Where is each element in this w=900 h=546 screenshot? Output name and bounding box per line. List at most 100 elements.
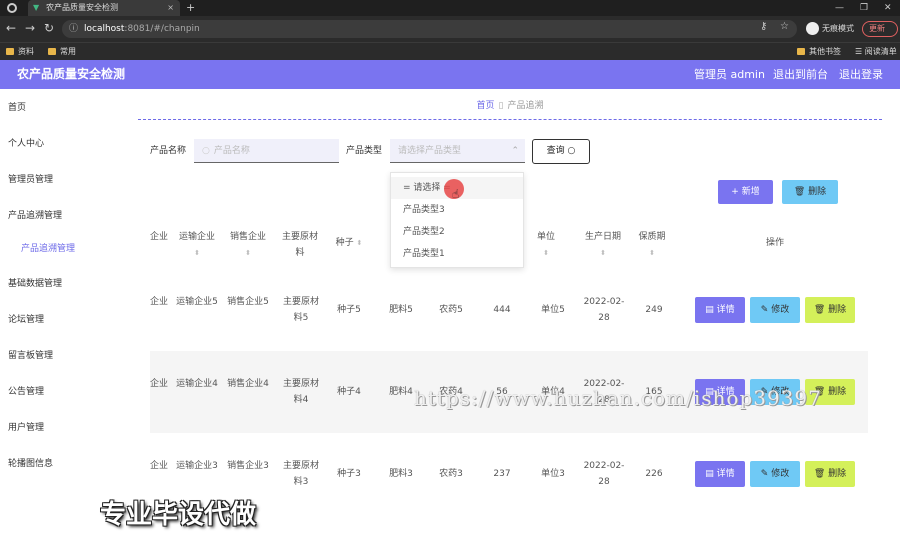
sidebar-item-notices[interactable]: 公告管理 <box>8 384 44 397</box>
logout-link[interactable]: 退出登录 <box>839 60 883 89</box>
restore-icon[interactable]: ❐ <box>860 0 868 16</box>
query-button[interactable]: 查询 ○ <box>532 139 590 164</box>
column-header-unit[interactable]: 单位 ⬍ <box>530 229 562 261</box>
trash-icon: 🗑 <box>813 305 829 315</box>
detail-button[interactable]: ▤ 详情 <box>695 297 745 323</box>
trash-icon: 🗑 <box>813 469 829 479</box>
sort-icon[interactable]: ⬍ <box>543 249 549 257</box>
product-name-placeholder: 产品名称 <box>213 146 250 156</box>
close-window-icon[interactable]: ✕ <box>884 0 892 16</box>
back-to-front-link[interactable]: 退出到前台 <box>773 60 828 89</box>
sidebar-item-basedata[interactable]: 基础数据管理 <box>8 276 62 289</box>
sidebar: 首页 个人中心 管理员管理 产品追溯管理 产品追溯管理 基础数据管理 论坛管理 … <box>0 89 122 546</box>
product-type-placeholder: 请选择产品类型 <box>398 146 462 156</box>
incognito-label: 无痕模式 <box>822 24 854 33</box>
column-header-sales[interactable]: 销售企业 ⬍ <box>227 229 269 261</box>
new-tab-button[interactable]: + <box>186 0 195 16</box>
product-name-input[interactable]: ○ 产品名称 <box>194 139 339 163</box>
dropdown-option[interactable]: 产品类型2 <box>391 221 523 243</box>
bookmark-folder[interactable]: 资料 <box>6 43 34 60</box>
product-type-label: 产品类型 <box>346 146 383 156</box>
app-header: 农产品质量安全检测 管理员 admin 退出到前台 退出登录 <box>0 60 900 89</box>
folder-icon <box>6 48 14 55</box>
sidebar-item-traceability[interactable]: 产品追溯管理 <box>8 208 62 221</box>
folder-icon <box>797 48 805 55</box>
sort-icon[interactable]: ⬍ <box>600 249 606 257</box>
search-icon: ○ <box>567 146 576 156</box>
app-title: 农产品质量安全检测 <box>17 67 126 81</box>
column-header-enterprise[interactable]: 企业 <box>150 229 168 245</box>
sidebar-item-carousel[interactable]: 轮播图信息 <box>8 456 53 469</box>
column-header-material[interactable]: 主要原材料 <box>278 229 322 261</box>
column-header-shelf-life[interactable]: 保质期 ⬍ <box>635 229 669 261</box>
sidebar-item-messages[interactable]: 留言板管理 <box>8 348 53 361</box>
table-row: 企业 运输企业3 销售企业3 主要原材料3 种子3 肥料3 农药3 237 单位… <box>150 433 868 515</box>
column-header-seed[interactable]: 种子 ⬍ <box>332 235 366 251</box>
reading-list[interactable]: ☰ 阅读清单 <box>855 43 897 60</box>
sidebar-item-users[interactable]: 用户管理 <box>8 420 44 433</box>
incognito-indicator[interactable]: 无痕模式 <box>806 21 854 37</box>
address-bar-row: ← → ↻ ⓘ localhost:8081/#/chanpin ⚷ ☆ 无痕模… <box>0 16 900 42</box>
add-button[interactable]: + 新增 <box>718 180 773 204</box>
delete-button[interactable]: 🗑 删除 <box>805 461 855 487</box>
bookmark-star-icon[interactable]: ☆ <box>780 21 789 32</box>
key-icon[interactable]: ⚷ <box>760 21 767 32</box>
plus-icon: + <box>731 187 742 197</box>
batch-delete-button[interactable]: 🗑 删除 <box>782 180 838 204</box>
trash-icon: 🗑 <box>793 187 809 197</box>
product-type-select[interactable]: 请选择产品类型 ⌃ <box>390 139 525 163</box>
column-header-transport[interactable]: 运输企业 ⬍ <box>176 229 218 261</box>
document-icon: ▤ <box>705 469 717 479</box>
update-button[interactable]: 更新 <box>862 21 898 37</box>
pencil-icon: ✎ <box>760 469 772 479</box>
sidebar-item-admins[interactable]: 管理员管理 <box>8 172 53 185</box>
pencil-icon: ✎ <box>760 305 772 315</box>
sidebar-item-home[interactable]: 首页 <box>8 100 26 113</box>
url-host: localhost <box>84 24 125 34</box>
browser-tab[interactable]: ▼ 农产品质量安全检测 × <box>28 0 180 16</box>
document-icon: ▤ <box>705 305 717 315</box>
admin-user-link[interactable]: 管理员 admin <box>694 60 765 89</box>
sidebar-item-profile[interactable]: 个人中心 <box>8 136 44 149</box>
column-header-operations: 操作 <box>765 238 784 248</box>
reading-list-icon: ☰ <box>855 47 865 56</box>
table-row: 企业 运输企业5 销售企业5 主要原材料5 种子5 肥料5 农药5 444 单位… <box>150 269 868 351</box>
vue-logo-icon: ▼ <box>33 3 40 12</box>
promo-caption: 专业毕设代做 <box>100 500 257 530</box>
breadcrumb: 首页 ▯ 产品追溯 <box>138 98 882 120</box>
sort-icon[interactable]: ⬍ <box>649 249 655 257</box>
edit-button[interactable]: ✎ 修改 <box>750 461 800 487</box>
tab-close-icon[interactable]: × <box>167 0 174 16</box>
dropdown-option[interactable]: 产品类型3 <box>391 199 523 221</box>
folder-icon <box>48 48 56 55</box>
detail-button[interactable]: ▤ 详情 <box>695 461 745 487</box>
browser-menu-icon[interactable] <box>7 3 17 13</box>
breadcrumb-current: 产品追溯 <box>507 101 544 111</box>
bookmark-folder[interactable]: 其他书签 <box>797 43 841 60</box>
breadcrumb-separator-icon: ▯ <box>498 101 504 111</box>
sidebar-item-forum[interactable]: 论坛管理 <box>8 312 44 325</box>
watermark-text: https://www.huzhan.com/ishop39397 <box>414 386 822 410</box>
chevron-up-icon: ⌃ <box>511 146 519 156</box>
minimize-icon[interactable]: — <box>835 0 844 16</box>
forward-icon[interactable]: → <box>25 20 35 36</box>
incognito-avatar-icon <box>806 22 819 35</box>
product-name-label: 产品名称 <box>150 146 187 156</box>
sidebar-subitem-traceability[interactable]: 产品追溯管理 <box>21 241 75 254</box>
url-field[interactable]: ⓘ localhost:8081/#/chanpin <box>62 20 797 38</box>
column-header-date[interactable]: 生产日期 ⬍ <box>582 229 624 261</box>
sort-icon[interactable]: ⬍ <box>357 239 363 247</box>
reload-icon[interactable]: ↻ <box>44 20 54 36</box>
bookmark-folder[interactable]: 常用 <box>48 43 76 60</box>
url-path: :8081/#/chanpin <box>124 24 200 34</box>
sort-icon[interactable]: ⬍ <box>245 249 251 257</box>
sort-icon[interactable]: ⬍ <box>194 249 200 257</box>
hand-cursor-icon: ☝ <box>452 187 460 201</box>
site-info-icon[interactable]: ⓘ <box>69 20 78 38</box>
delete-button[interactable]: 🗑 删除 <box>805 297 855 323</box>
dropdown-option[interactable]: 产品类型1 <box>391 243 523 265</box>
search-icon: ○ <box>202 146 210 156</box>
edit-button[interactable]: ✎ 修改 <box>750 297 800 323</box>
breadcrumb-home[interactable]: 首页 <box>477 101 495 111</box>
back-icon[interactable]: ← <box>6 20 16 36</box>
